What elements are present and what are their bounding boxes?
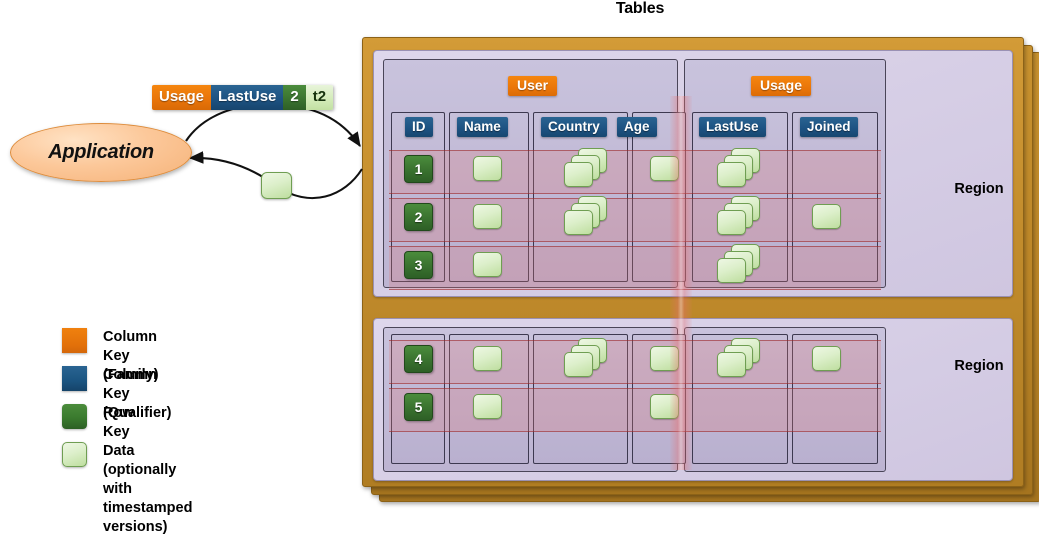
legend-swatch-data bbox=[62, 442, 87, 467]
flow-arrows bbox=[185, 102, 363, 200]
legend-item-2: Row Key bbox=[62, 404, 134, 442]
diagram-canvas: Tables ID Name Country Age LastUse Joined 1 2 3 4… bbox=[0, 0, 1039, 535]
query-key-version: t2 bbox=[305, 85, 334, 110]
legend-label: Data (optionally with timestamped versio… bbox=[103, 443, 193, 535]
arrow-request bbox=[185, 102, 361, 148]
legend-swatch-qualifier bbox=[62, 366, 87, 391]
query-key-family: Usage bbox=[152, 85, 212, 110]
legend-label: Row Key bbox=[103, 405, 134, 440]
query-key-rowkey: 2 bbox=[283, 85, 306, 110]
legend-swatch-rowkey bbox=[62, 404, 87, 429]
query-key-qualifier: LastUse bbox=[211, 85, 284, 110]
query-key[interactable]: Usage LastUse 2 t2 bbox=[152, 85, 334, 110]
returned-data-cell bbox=[261, 172, 292, 199]
legend-item-3: Data (optionally with timestamped versio… bbox=[62, 442, 192, 537]
application-label: Application bbox=[48, 141, 154, 163]
application-node[interactable]: Application bbox=[10, 123, 192, 182]
legend-swatch-family bbox=[62, 328, 87, 353]
